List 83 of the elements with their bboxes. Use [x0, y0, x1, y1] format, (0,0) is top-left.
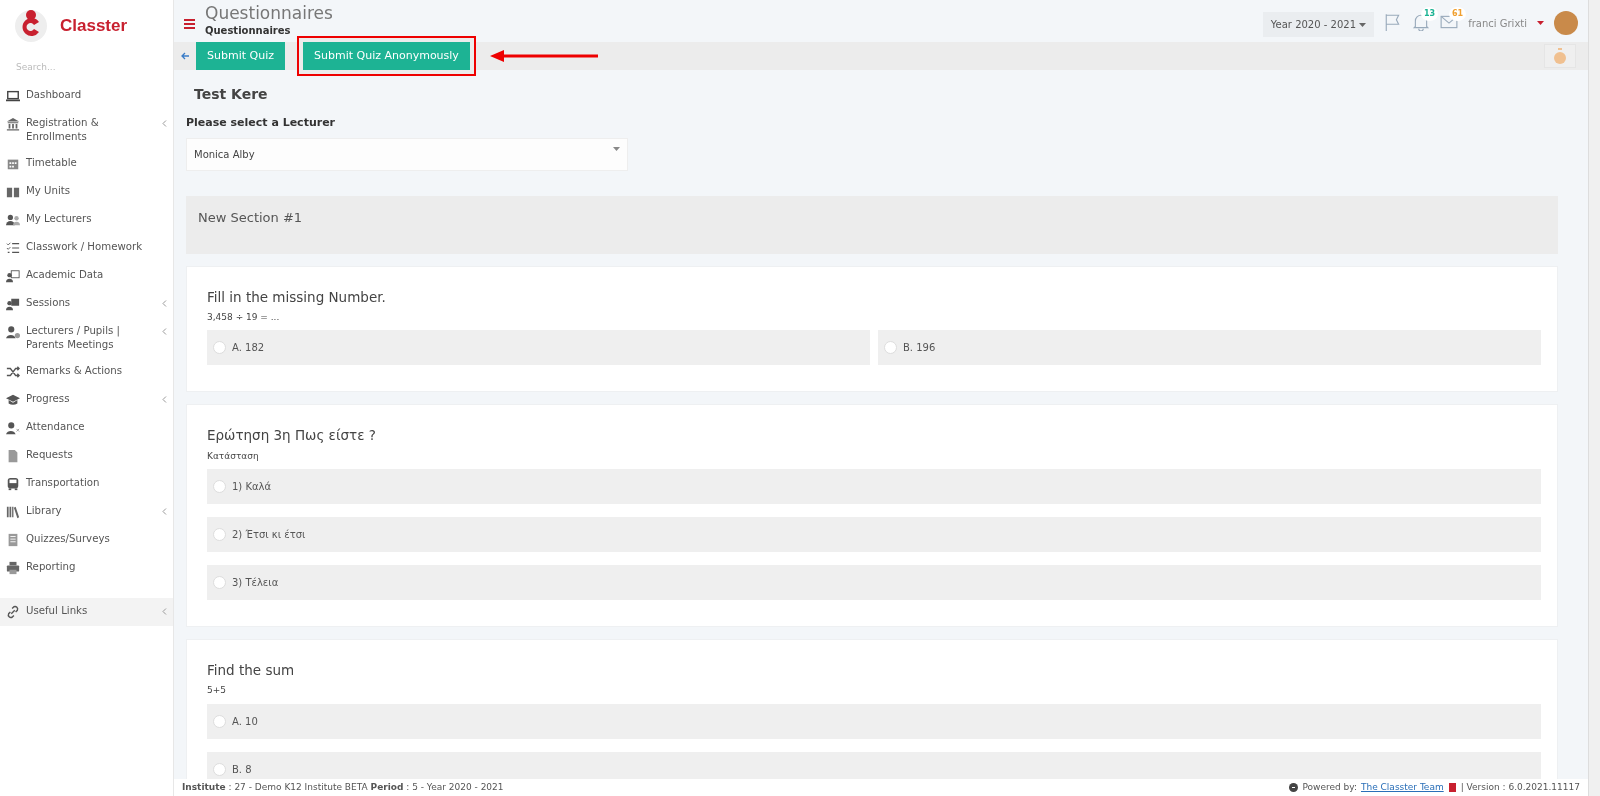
year-dropdown[interactable]: Year 2020 - 2021	[1262, 12, 1375, 37]
stopwatch-icon	[1553, 47, 1567, 64]
question-title: Ερώτηση 3η Πως είστε ?	[207, 426, 377, 446]
question-prompt: 5+5	[207, 684, 227, 698]
question-title: Fill in the missing Number.	[207, 287, 387, 307]
breadcrumb: Questionnaires	[205, 24, 292, 38]
sidebar-item[interactable]: Progress	[0, 385, 173, 414]
avatar[interactable]	[1554, 11, 1578, 35]
bus-icon	[6, 476, 20, 491]
lecturer-select[interactable]: Monica Alby	[186, 137, 628, 171]
chevron-icon	[162, 327, 167, 335]
sidebar-item[interactable]: Lecturers / Pupils | Parents Meetings	[0, 317, 173, 358]
quiz-title: Test Kere	[193, 85, 269, 104]
radio-button[interactable]	[213, 762, 226, 776]
person-board-icon	[6, 268, 20, 283]
sidebar-item[interactable]: Library	[0, 497, 173, 526]
sidebar-item[interactable]: Registration & Enrollments	[0, 109, 173, 150]
caret-icon	[613, 146, 620, 151]
user-x-icon	[6, 420, 20, 435]
sidebar-item[interactable]: My Units	[0, 177, 173, 206]
sidebar-item[interactable]: Requests	[0, 441, 173, 470]
back-arrow-icon[interactable]	[180, 51, 190, 61]
radio-button[interactable]	[213, 480, 226, 493]
sidebar-item[interactable]: Transportation	[0, 469, 173, 498]
radio-button[interactable]	[213, 341, 226, 355]
caret-icon	[1537, 21, 1544, 25]
sidebar-item[interactable]: Sessions	[0, 289, 173, 318]
answer-option[interactable]: 2) Έτσι κι έτσι	[207, 517, 1541, 552]
answer-option[interactable]: A. 10	[207, 703, 1541, 739]
count-badge: 13	[1421, 7, 1439, 21]
monitor-icon	[6, 88, 20, 103]
answer-option[interactable]: B. 8	[207, 751, 1541, 779]
shuffle-icon	[6, 364, 20, 379]
sidebar-item[interactable]: Remarks & Actions	[0, 357, 173, 386]
radio-button[interactable]	[213, 528, 226, 541]
printer-icon	[6, 560, 20, 575]
link-icon	[6, 604, 20, 619]
timer-button[interactable]	[1544, 43, 1576, 69]
powered-by-text: Powered by:	[1302, 780, 1357, 794]
chevron-icon	[162, 607, 167, 615]
chevron-icon	[162, 299, 167, 307]
chevron-icon	[162, 395, 167, 403]
sidebar-item[interactable]: Dashboard	[0, 81, 173, 110]
footer-info: Institute : 27 - Demo K12 Institute BETA Period : 5 - Year 2020 - 2021	[182, 780, 504, 794]
answer-option[interactable]: 3) Τέλεια	[207, 565, 1541, 600]
menu-icon[interactable]	[184, 19, 195, 29]
document-icon	[6, 448, 20, 463]
caret-icon	[1359, 23, 1367, 27]
team-link[interactable]: The Classter Team	[1361, 780, 1444, 795]
radio-button[interactable]	[884, 341, 897, 355]
brand-name: Classter	[60, 15, 128, 38]
sidebar-item[interactable]: Academic Data	[0, 261, 173, 290]
question-prompt: 3,458 ÷ 19 = ...	[207, 310, 281, 324]
question-prompt: Κατάσταση	[207, 449, 260, 463]
chevron-icon	[162, 507, 167, 515]
answer-option[interactable]: B. 196	[878, 330, 1541, 366]
bank-icon	[6, 116, 20, 131]
sidebar-item[interactable]: Quizzes/Surveys	[0, 525, 173, 554]
scrollbar[interactable]	[1588, 0, 1600, 796]
answer-option[interactable]: A. 182	[207, 330, 870, 366]
books-icon	[6, 504, 20, 519]
radio-button[interactable]	[213, 576, 226, 589]
answer-option[interactable]: 1) Καλά	[207, 469, 1541, 504]
user-clock-icon	[6, 324, 20, 339]
list-document-icon	[6, 532, 20, 547]
page-title: Questionnaires	[205, 3, 333, 23]
field-label: Please select a Lecturer	[186, 115, 337, 131]
sidebar-item[interactable]: Classwork / Homework	[0, 233, 173, 262]
version-text: | Version : 6.0.2021.11117	[1460, 780, 1580, 794]
question-title: Find the sum	[207, 661, 296, 680]
radio-button[interactable]	[213, 714, 226, 728]
count-badge: 61	[1449, 7, 1467, 21]
sidebar-item[interactable]: Reporting	[0, 553, 173, 582]
chevron-icon	[162, 119, 167, 127]
graduation-cap-icon	[6, 392, 20, 407]
sidebar-item[interactable]: Useful Links	[0, 597, 173, 626]
sidebar-item[interactable]: Attendance	[0, 413, 173, 442]
checklist-icon	[6, 240, 20, 255]
sidebar-item[interactable]: Timetable	[0, 149, 173, 178]
presentation-icon	[6, 296, 20, 311]
users-icon	[6, 212, 20, 227]
section-header: New Section #1	[186, 195, 1558, 254]
sidebar-item[interactable]: My Lecturers	[0, 205, 173, 234]
